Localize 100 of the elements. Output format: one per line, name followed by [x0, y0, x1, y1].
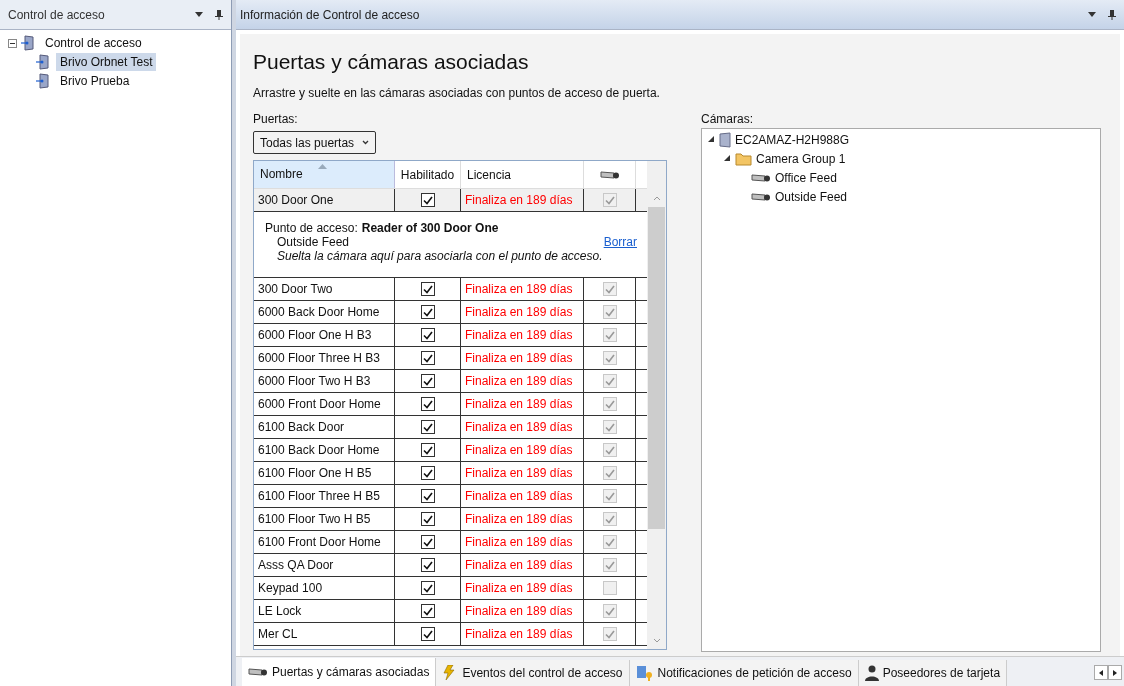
table-row[interactable]: 6000 Floor One H B3 Finaliza en 189 días: [254, 324, 647, 347]
checkbox[interactable]: [420, 351, 435, 365]
checkbox[interactable]: [420, 627, 435, 641]
person-icon: [864, 665, 879, 681]
doors-label: Puertas:: [253, 111, 299, 128]
scrollbar[interactable]: [647, 161, 666, 649]
column-header[interactable]: Habilitado: [395, 161, 461, 188]
table-cell-text: 6000 Front Door Home: [258, 396, 381, 413]
door-icon: [36, 53, 52, 70]
right-arrow-icon: [1113, 669, 1117, 676]
cameras-label: Cámaras:: [701, 111, 754, 128]
checkbox[interactable]: [420, 193, 435, 207]
table-cell-text: Finaliza en 189 días: [465, 488, 573, 505]
dropdown-icon[interactable]: [1088, 12, 1096, 17]
table-cell-text: 6000 Floor Two H B3: [258, 373, 371, 390]
table-row[interactable]: 6100 Floor One H B5 Finaliza en 189 días: [254, 462, 647, 485]
checkbox[interactable]: [420, 535, 435, 549]
table-cell-text: Finaliza en 189 días: [465, 350, 573, 367]
tree-item[interactable]: Office Feed: [775, 168, 837, 187]
door-icon: [21, 35, 37, 51]
page-heading: Puertas y cámaras asociadas: [253, 49, 530, 75]
checkbox[interactable]: [420, 581, 435, 595]
table-row[interactable]: 6100 Floor Two H B5 Finaliza en 189 días: [254, 508, 647, 531]
table-row[interactable]: Asss QA Door Finaliza en 189 días: [254, 554, 647, 577]
table-row[interactable]: 6100 Floor Three H B5 Finaliza en 189 días: [254, 485, 647, 508]
table-cell-text: Finaliza en 189 días: [465, 419, 573, 436]
column-header[interactable]: Nombre: [254, 161, 395, 188]
filter-dropdown[interactable]: Todas las puertas: [253, 131, 377, 154]
delete-link[interactable]: Borrar: [603, 235, 637, 249]
table-row[interactable]: LE Lock Finaliza en 189 días: [254, 600, 647, 623]
table-row[interactable]: 6000 Front Door Home Finaliza en 189 días: [254, 393, 647, 416]
checkbox[interactable]: [420, 604, 435, 618]
table-row[interactable]: 6000 Back Door Home Finaliza en 189 días: [254, 301, 647, 324]
table-cell-text: Finaliza en 189 días: [465, 442, 573, 459]
expander-icon[interactable]: [724, 155, 731, 162]
table-row[interactable]: 6100 Back Door Home Finaliza en 189 días: [254, 439, 647, 462]
tree-item[interactable]: Brivo Prueba: [56, 71, 134, 90]
checkbox[interactable]: [420, 558, 435, 572]
tab[interactable]: Poseedores de tarjeta: [858, 660, 1008, 686]
table-row[interactable]: 6000 Floor Two H B3 Finaliza en 189 días: [254, 370, 647, 393]
tree-item[interactable]: EC2AMAZ-H2H988G: [735, 130, 850, 149]
tree-item[interactable]: Control de acceso: [41, 34, 146, 52]
checkbox[interactable]: [420, 489, 435, 503]
dropdown-icon[interactable]: [195, 12, 203, 17]
table-cell-text: 6000 Floor Three H B3: [258, 350, 380, 367]
table-row[interactable]: 6000 Floor Three H B3 Finaliza en 189 días: [254, 347, 647, 370]
tree-item[interactable]: Camera Group 1: [756, 149, 846, 168]
checkbox[interactable]: [420, 328, 435, 342]
collapse-toggle[interactable]: [8, 38, 17, 48]
table-row[interactable]: 6100 Front Door Home Finaliza en 189 días: [254, 531, 647, 554]
table-cell-text: Finaliza en 189 días: [465, 511, 573, 528]
camera-icon: [599, 169, 620, 180]
table-cell-text: LE Lock: [258, 603, 302, 620]
tab[interactable]: Eventos del control de acceso: [436, 660, 630, 686]
key-info-icon: [635, 665, 654, 681]
left-arrow-icon: [1099, 669, 1103, 676]
table-row[interactable]: 6100 Back Door Finaliza en 189 días: [254, 416, 647, 439]
checkbox[interactable]: [420, 443, 435, 457]
table-cell-text: Finaliza en 189 días: [465, 304, 573, 321]
tree-item[interactable]: Outside Feed: [775, 187, 848, 206]
table-cell-text: 6100 Back Door Home: [258, 442, 380, 459]
table-cell-text: 6000 Back Door Home: [258, 304, 380, 321]
checkbox[interactable]: [420, 466, 435, 480]
scroll-thumb[interactable]: [648, 207, 665, 529]
checkbox[interactable]: [420, 512, 435, 526]
tree-item[interactable]: Brivo Orbnet Test: [56, 52, 157, 71]
table-row[interactable]: 300 Door One Finaliza en 189 días: [254, 189, 647, 212]
table-cell-text: Finaliza en 189 días: [465, 580, 573, 597]
table-cell-text: Finaliza en 189 días: [465, 534, 573, 551]
checkbox[interactable]: [420, 282, 435, 296]
table-cell-text: Asss QA Door: [258, 557, 334, 574]
table-cell-text: Mer CL: [258, 626, 298, 643]
table-cell-text: Finaliza en 189 días: [465, 281, 573, 298]
camera-icon: [751, 172, 771, 183]
table-cell-text: 6100 Floor Three H B5: [258, 488, 380, 505]
table-cell-text: Keypad 100: [258, 580, 323, 597]
table-cell-text: 6100 Back Door: [258, 419, 345, 436]
folder-icon: [735, 151, 752, 166]
checkbox[interactable]: [420, 397, 435, 411]
checkbox[interactable]: [420, 420, 435, 434]
associated-camera: Outside Feed: [277, 235, 350, 249]
tab[interactable]: Notificaciones de petición de acceso: [629, 660, 859, 686]
panel-title: Control de acceso: [8, 6, 105, 24]
table-cell-text: 6100 Front Door Home: [258, 534, 381, 551]
description: Arrastre y suelte en las cámaras asociadas con puntos de acceso de puerta.: [253, 85, 661, 102]
checkbox[interactable]: [420, 374, 435, 388]
drop-hint: Suelta la cámara aquí para asociarla con el punto de acceso.: [276, 249, 604, 263]
scroll-right-button[interactable]: [1108, 665, 1122, 680]
table-row[interactable]: Mer CL Finaliza en 189 días: [254, 623, 647, 646]
tab[interactable]: Puertas y cámaras asociadas: [242, 658, 437, 686]
pin-icon[interactable]: [215, 9, 223, 20]
panel-title: Información de Control de acceso: [240, 6, 420, 24]
column-header[interactable]: Licencia: [461, 161, 584, 188]
table-row[interactable]: 300 Door Two Finaliza en 189 días: [254, 278, 647, 301]
table-cell-text: Finaliza en 189 días: [465, 603, 573, 620]
table-row[interactable]: Keypad 100 Finaliza en 189 días: [254, 577, 647, 600]
checkbox[interactable]: [420, 305, 435, 319]
expander-icon[interactable]: [708, 136, 715, 143]
scroll-left-button[interactable]: [1094, 665, 1108, 680]
pin-icon[interactable]: [1108, 9, 1116, 20]
